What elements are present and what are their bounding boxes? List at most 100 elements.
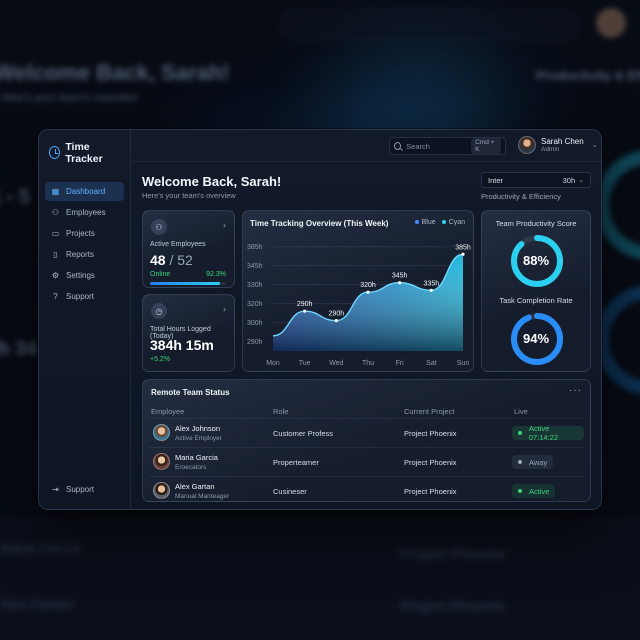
table-row[interactable]: Alex Johnson Active Employer Customer Pr… [149,418,584,446]
help-icon: ? [53,292,58,301]
online-progress-bar [150,282,226,285]
employee-name: Alex Gartan [175,482,215,491]
y-tick-label: 290h [247,339,263,346]
data-label: 290h [329,311,345,318]
data-point [429,288,433,292]
x-tick-label: Mon [266,360,280,367]
gear-icon: ⚙ [51,271,60,280]
online-progress-fill [150,282,221,285]
more-icon[interactable]: ··· [569,385,582,396]
column-header-employee: Employee [151,407,185,416]
status-text: Away [529,457,548,467]
time-tracking-chart-card: Time Tracking Overview (This Week) Blue … [242,210,474,372]
sidebar-item-settings[interactable]: ⚙ Settings [45,266,124,285]
background-panel [280,10,580,40]
team-title: Remote Team Status [151,388,230,397]
logout-icon: ⇥ [52,485,59,494]
x-tick-label: Wed [329,360,343,367]
topbar: Cmd + K Sarah Chen Admin ⌄ [131,130,601,162]
app-title: Time Tracker [65,140,103,165]
employee-subtitle: Eroecators [175,464,207,471]
status-text: Active [529,486,550,496]
total-count: / 52 [169,252,193,268]
chevron-down-icon: ⌄ [578,177,584,184]
sidebar-item-label: Employees [66,208,106,217]
chevron-right-icon[interactable]: › [223,220,226,230]
status-dot [518,460,522,464]
sidebar-item-reports[interactable]: ▯ Reports [45,245,124,264]
active-employees-card[interactable]: ⚇ › Active Employees 48 / 52 Online 92.3… [142,210,235,288]
main-content: Cmd + K Sarah Chen Admin ⌄ Welcome Back,… [131,130,601,509]
gauge-title-completion: Task Completion Rate [499,296,573,305]
y-tick-label: 320h [247,301,263,308]
gauge-title-productivity: Team Productivity Score [495,219,577,228]
employee-project: Project Phoenix [404,487,457,496]
area-chart: 385h 345h 330h 320h 300h 290h Mon Tue Wed Thu Fri S… [247,244,471,367]
users-icon: ⚇ [51,208,60,217]
filter-select[interactable]: Inter 30h ⌄ [481,172,591,188]
productivity-caption: Productivity & Efficiency [481,192,561,201]
avatar [153,453,170,470]
clock-icon: ◷ [151,303,167,319]
search-shortcut: Cmd + K [471,138,501,154]
user-name: Sarah Chen [541,137,584,146]
employee-role: Properteamer [273,458,319,467]
status-badge: Active 07:14:22 [512,424,584,442]
background-welcome: Welcome Back, Sarah! [0,60,230,85]
remote-team-card: Remote Team Status ··· Employee Role Cur… [142,379,591,502]
background-number: 1 - 5 [0,186,31,208]
data-point [334,319,338,323]
hours-logged-value: 384h 15m [150,337,214,353]
sidebar-footer-support[interactable]: ⇥ Support [45,480,100,499]
x-tick-label: Fri [396,360,405,367]
sidebar-item-label: Reports [66,250,95,259]
productivity-gauges-card: Team Productivity Score 88% Task Complet… [481,210,591,372]
brand[interactable]: Time Tracker [45,138,124,165]
search-input[interactable] [406,141,467,151]
status-badge: Away [512,455,554,469]
online-label: Online [150,271,171,278]
employee-subtitle: Manual Manteager [175,493,230,500]
search-box[interactable]: Cmd + K [389,137,506,155]
employee-project: Project Phoenix [404,458,457,467]
table-row[interactable]: Alex Gartan Manual Manteager Cusineser P… [149,476,584,504]
data-label: 290h [297,301,313,308]
employee-role: Cusineser [273,487,307,496]
sidebar-nav: ▦ Dashboard ⚇ Employees ▭ Projects ▯ Rep… [45,182,124,306]
gauge-value-productivity: 88% [522,253,550,268]
user-menu[interactable]: Sarah Chen Admin ⌄ [518,136,598,154]
chevron-right-icon[interactable]: › [223,304,226,314]
employee-name: Maria Garcia [175,453,218,462]
avatar [153,482,170,499]
search-icon [394,142,402,150]
data-point [303,309,307,313]
employee-role: Customer Profess [273,429,334,438]
user-role: Admin [541,146,560,153]
background-panel [0,520,640,640]
sidebar-item-support[interactable]: ? Support [45,287,124,306]
gauge-value-completion: 94% [522,331,550,346]
data-point [398,281,402,285]
sidebar-item-label: Settings [66,271,95,280]
y-tick-label: 385h [247,244,263,251]
sidebar-item-dashboard[interactable]: ▦ Dashboard [45,182,124,201]
active-count: 48 [150,252,166,268]
status-badge: Active [512,484,556,498]
y-tick-label: 300h [247,320,263,327]
x-tick-label: Tue [299,360,311,367]
table-row[interactable]: Maria Garcia Eroecators Properteamer Pro… [149,447,584,475]
data-label: 385h [455,244,471,251]
sidebar-footer-label: Support [66,485,95,494]
sidebar-item-projects[interactable]: ▭ Projects [45,224,124,243]
x-tick-label: Sun [457,360,470,367]
employee-name: Alex Johnson [175,424,221,433]
status-text: Active 07:14:22 [528,424,559,442]
sidebar-item-label: Support [66,292,95,301]
background-productivity: Productivity & Efficiency [536,68,640,83]
employee-subtitle: Active Employer [175,435,222,442]
chevron-down-icon: ⌄ [591,142,598,149]
sidebar-item-employees[interactable]: ⚇ Employees [45,203,124,222]
filter-range-value: 30h [562,175,576,185]
hours-logged-card[interactable]: ◷ › Total Hours Logged (Today) 384h 15m … [142,294,235,372]
x-tick-label: Thu [362,360,374,367]
